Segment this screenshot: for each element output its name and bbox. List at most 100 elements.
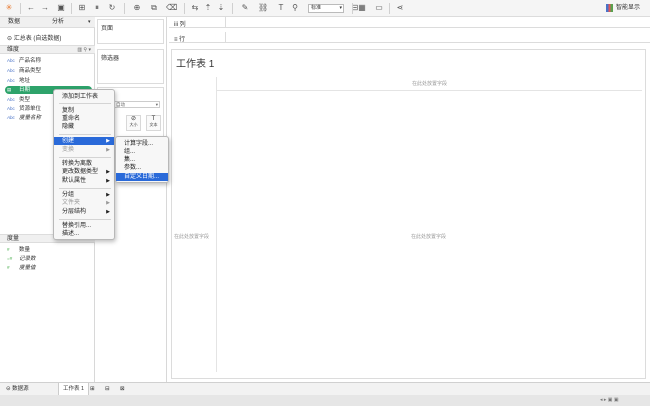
drop-field-left: 在此处放置字段: [174, 234, 210, 240]
submenu-arrow-icon: ▶: [106, 178, 110, 184]
measure-field[interactable]: # 数量: [7, 246, 30, 254]
menu-item-folder[interactable]: 文件夹 ▶: [54, 199, 114, 207]
size-button[interactable]: ⊘ 大小: [126, 115, 141, 131]
show-me-icon[interactable]: ▦: [357, 3, 367, 13]
dimension-field[interactable]: Abc 类型: [7, 96, 30, 104]
group-icon[interactable]: ⛓: [258, 3, 268, 13]
presentation-icon[interactable]: ▭: [374, 3, 384, 13]
abc-icon: Abc: [7, 115, 15, 120]
submenu-item-custom-date[interactable]: 自定义日期...: [116, 173, 168, 181]
clear-icon[interactable]: ⌫: [166, 3, 177, 13]
menu-item-group-label: 分组: [62, 192, 75, 198]
dimension-field-label: 货源单位: [19, 106, 42, 112]
pause-icon[interactable]: ⏸: [92, 3, 102, 13]
menu-item-default-properties[interactable]: 默认属性 ▶: [54, 177, 114, 185]
submenu-arrow-icon: ▶: [106, 200, 110, 206]
menu-item-transform-label: 变换: [62, 147, 75, 153]
menu-item-hide[interactable]: 隐藏: [54, 123, 114, 131]
highlight-icon[interactable]: ✎: [240, 3, 250, 13]
share-icon[interactable]: ⋖: [395, 3, 405, 13]
menu-item-replace-references[interactable]: 替换引用...: [54, 222, 114, 230]
toolbar-separator: [71, 3, 72, 14]
label-icon[interactable]: T: [276, 3, 286, 13]
menu-item-change-datatype[interactable]: 更改数据类型 ▶: [54, 168, 114, 176]
columns-shelf[interactable]: iii 列: [169, 17, 650, 28]
menu-item-describe[interactable]: 描述...: [54, 230, 114, 238]
datasource-item[interactable]: ⊝ 汇总表 (自选数据): [7, 33, 61, 42]
rows-shelf[interactable]: ≡ 行: [169, 32, 650, 43]
forward-icon[interactable]: →: [40, 3, 50, 13]
abc-icon: Abc: [7, 78, 15, 83]
sheet-tabs-bar: ⊝ 数据源 工作表 1 ⊞ ⊟ ⊠: [0, 382, 650, 396]
tab-options-icon[interactable]: ▾: [88, 19, 91, 26]
fit-select[interactable]: 标准 ▾: [308, 4, 344, 13]
drop-field-left-zone[interactable]: [174, 77, 217, 372]
submenu-arrow-icon: ▶: [106, 209, 110, 215]
menu-item-convert-discrete[interactable]: 转换为离散: [54, 160, 114, 168]
submenu-arrow-icon: ▶: [106, 147, 110, 153]
dimension-field[interactable]: Abc 产品名称: [7, 57, 41, 65]
refresh-icon[interactable]: ↻: [107, 3, 117, 13]
view-canvas[interactable]: 工作表 1 在此处放置字段 在此处放置字段 在此处放置字段: [171, 49, 646, 379]
smart-display-button[interactable]: 智能显示: [616, 4, 640, 12]
new-datasource-icon[interactable]: ⊞: [77, 3, 87, 13]
calc-number-icon: =#: [7, 256, 13, 261]
datasource-label: 汇总表 (自选数据): [13, 36, 62, 42]
pin-icon[interactable]: ⚲: [290, 3, 300, 13]
submenu-item-parameter[interactable]: 参数...: [116, 164, 168, 172]
dimension-field[interactable]: Abc 商品类型: [7, 67, 41, 75]
menu-item-rename[interactable]: 重命名: [54, 115, 114, 123]
status-nav-icons[interactable]: ◂ ▸ ▣ ▣: [600, 397, 619, 403]
measure-field[interactable]: =# 记录数: [7, 255, 36, 263]
pages-card-label: 页面: [101, 26, 114, 32]
tableau-logo-icon[interactable]: ✳: [4, 3, 14, 13]
menu-item-copy[interactable]: 复制: [54, 107, 114, 115]
rows-label: 行: [179, 37, 186, 43]
measure-field-label: 度量值: [19, 265, 36, 271]
dimension-field[interactable]: Abc 度量名称: [7, 114, 41, 122]
swap-icon[interactable]: ⇆: [190, 3, 200, 13]
submenu-item-set[interactable]: 集...: [116, 156, 168, 164]
columns-shelf-label: iii 列: [174, 19, 186, 28]
dimension-field[interactable]: Abc 地址: [7, 77, 30, 85]
marks-type-value: 自动: [116, 102, 125, 107]
menu-separator: [59, 219, 111, 220]
dimension-field-label: 商品类型: [19, 68, 42, 74]
measures-header-label: 度量: [7, 236, 20, 242]
sort-asc-icon[interactable]: ⇡: [203, 3, 213, 13]
number-icon: #: [7, 247, 10, 252]
drop-field-center[interactable]: 在此处放置字段: [411, 233, 446, 240]
tab-analysis[interactable]: 分析: [52, 19, 64, 26]
calendar-icon: ▤: [7, 87, 12, 92]
create-submenu: 计算字段... 组... 集... 参数... 自定义日期...: [115, 136, 169, 183]
dimension-field[interactable]: Abc 货源单位: [7, 105, 41, 113]
sort-desc-icon[interactable]: ⇣: [216, 3, 226, 13]
marks-type-select[interactable]: 自动 ▾: [113, 101, 160, 108]
pages-card[interactable]: 页面: [97, 19, 164, 44]
new-sheet-icon[interactable]: ⊕: [132, 3, 142, 13]
dimensions-header-label: 维度: [7, 47, 20, 53]
filters-card[interactable]: 筛选器: [97, 49, 164, 84]
dimension-field-label: 度量名称: [19, 115, 42, 121]
menu-item-group[interactable]: 分组 ▶: [54, 191, 114, 199]
menu-item-transform[interactable]: 变换 ▶: [54, 146, 114, 154]
submenu-item-group[interactable]: 组...: [116, 148, 168, 156]
menu-item-hierarchy[interactable]: 分层结构 ▶: [54, 208, 114, 216]
worksheet-area: iii 列 ≡ 行 工作表 1 在此处放置字段 在此处放置字段 在此处放置字段: [167, 17, 650, 382]
save-icon[interactable]: ▣: [56, 3, 66, 13]
submenu-item-calculated-field[interactable]: 计算字段...: [116, 140, 168, 148]
menu-item-create[interactable]: 创建 ▶: [54, 137, 114, 145]
back-icon[interactable]: ←: [26, 3, 36, 13]
tab-data[interactable]: 数据: [8, 19, 20, 26]
measure-field-label: 记录数: [19, 256, 36, 262]
duplicate-icon[interactable]: ⧉: [149, 3, 159, 13]
search-icon[interactable]: ▥ ⚲ ▾: [77, 46, 91, 54]
number-icon: #: [7, 265, 10, 270]
measure-field[interactable]: # 度量值: [7, 264, 36, 272]
submenu-arrow-icon: ▶: [106, 169, 110, 175]
menu-item-add-to-sheet[interactable]: 添加到工作表: [54, 93, 114, 101]
text-button[interactable]: T 文本: [146, 115, 161, 131]
drop-field-top[interactable]: 在此处放置字段: [217, 77, 642, 91]
toolbar-separator: [232, 3, 233, 14]
text-label: 文本: [149, 122, 158, 127]
